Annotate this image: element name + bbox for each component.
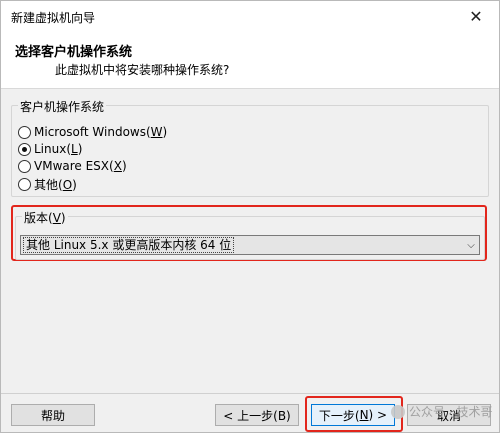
window-title: 新建虚拟机向导 bbox=[11, 11, 96, 25]
header-panel: 选择客户机操作系统 此虚拟机中将安装哪种操作系统? bbox=[1, 31, 499, 89]
footer-divider bbox=[1, 393, 499, 394]
radio-label: VMware ESX(X) bbox=[34, 159, 127, 173]
version-legend: 版本(V) bbox=[22, 209, 68, 226]
guest-os-legend: 客户机操作系统 bbox=[18, 98, 107, 115]
guest-os-group: 客户机操作系统 Microsoft Windows(W) Linux(L) VM… bbox=[11, 98, 489, 197]
version-group: 版本(V) 其他 Linux 5.x 或更高版本内核 64 位 ⌵ bbox=[15, 209, 485, 260]
close-button[interactable]: ✕ bbox=[453, 1, 499, 31]
radio-vmware-esx[interactable]: VMware ESX(X) bbox=[18, 158, 127, 174]
radio-microsoft-windows[interactable]: Microsoft Windows(W) bbox=[18, 124, 167, 140]
radio-label: Microsoft Windows(W) bbox=[34, 125, 168, 139]
radio-indicator[interactable] bbox=[18, 177, 31, 191]
watermark: 公众号 · 技术哥 bbox=[391, 403, 492, 420]
version-select-value: 其他 Linux 5.x 或更高版本内核 64 位 bbox=[23, 237, 235, 253]
new-vm-wizard-window: 新建虚拟机向导 ✕ 选择客户机操作系统 此虚拟机中将安装哪种操作系统? 客户机操… bbox=[0, 0, 500, 433]
radio-other[interactable]: 其他(O) bbox=[18, 176, 77, 192]
radio-label: 其他(O) bbox=[34, 177, 77, 192]
radio-linux[interactable]: Linux(L) bbox=[18, 141, 82, 157]
page-title: 选择客户机操作系统 bbox=[15, 45, 133, 60]
watermark-text: 公众号 · 技术哥 bbox=[409, 405, 493, 419]
next-button[interactable]: 下一步(N) > bbox=[311, 404, 395, 426]
version-select[interactable]: 其他 Linux 5.x 或更高版本内核 64 位 ⌵ bbox=[20, 235, 480, 255]
page-subtitle: 此虚拟机中将安装哪种操作系统? bbox=[55, 63, 230, 77]
title-bar: 新建虚拟机向导 ✕ bbox=[1, 1, 499, 31]
radio-indicator[interactable] bbox=[18, 159, 31, 173]
back-button[interactable]: < 上一步(B) bbox=[215, 404, 299, 426]
radio-indicator[interactable] bbox=[18, 142, 31, 156]
chevron-down-icon[interactable]: ⌵ bbox=[463, 236, 479, 254]
radio-label: Linux(L) bbox=[34, 142, 83, 156]
help-button[interactable]: 帮助 bbox=[11, 404, 95, 426]
watermark-logo-icon bbox=[391, 404, 405, 419]
close-icon: ✕ bbox=[469, 6, 483, 26]
radio-indicator[interactable] bbox=[18, 125, 31, 139]
